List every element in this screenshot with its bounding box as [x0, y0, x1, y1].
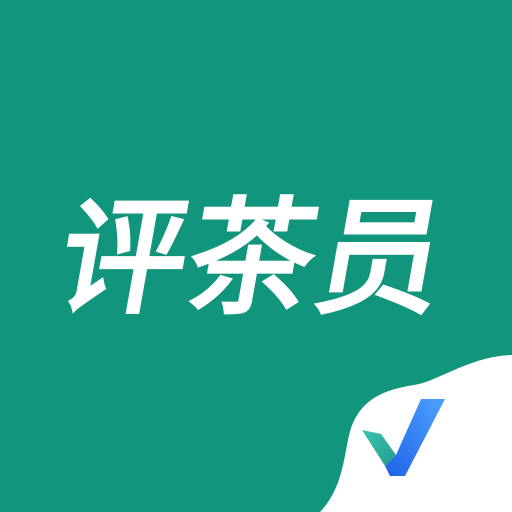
app-name-wordmark: 评茶员 — [49, 185, 459, 332]
app-icon[interactable]: 评茶员 — [0, 0, 512, 512]
app-icon-graphic: 评茶员 — [0, 0, 512, 512]
